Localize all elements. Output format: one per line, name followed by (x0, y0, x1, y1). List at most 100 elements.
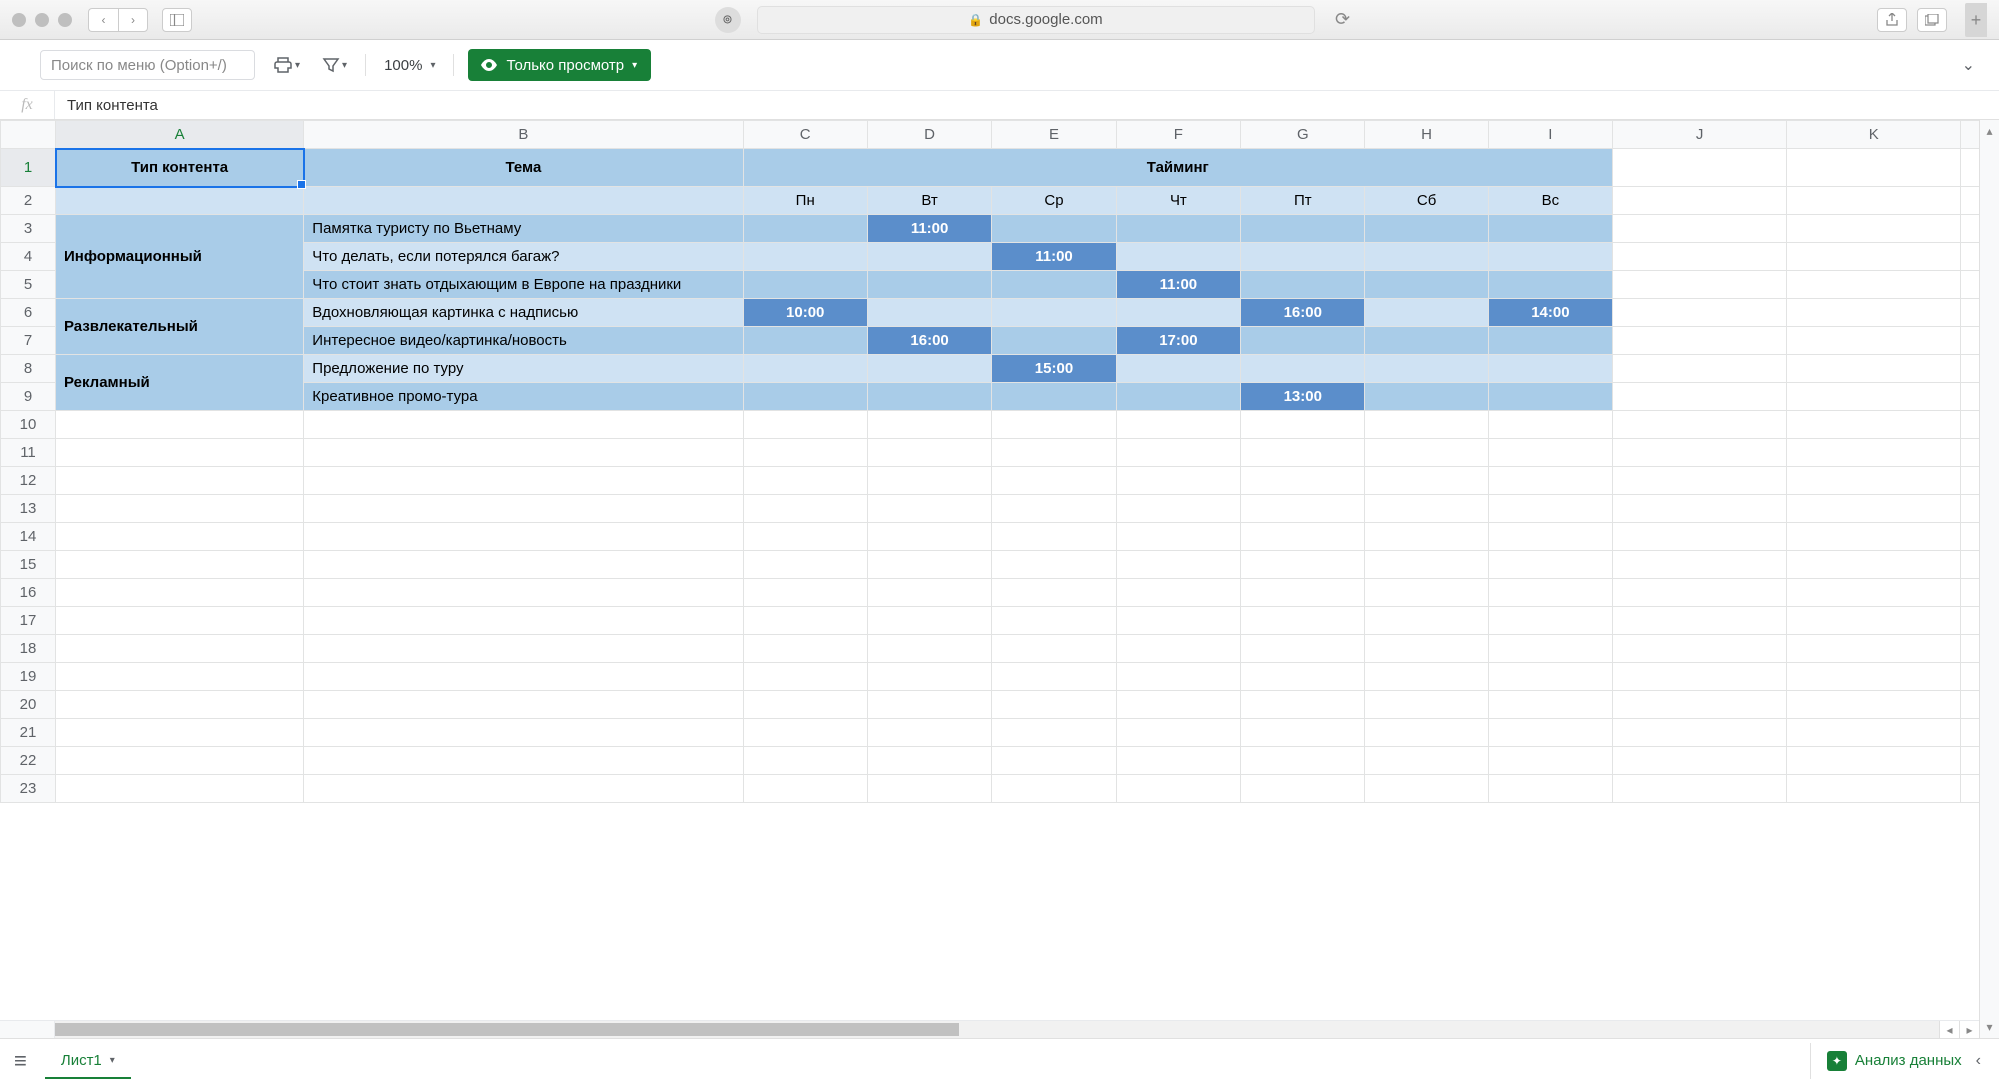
cell[interactable] (1116, 467, 1240, 495)
cell[interactable] (1613, 719, 1787, 747)
slot-cell[interactable] (743, 271, 867, 299)
slot-cell[interactable] (743, 355, 867, 383)
scroll-right-icon[interactable]: ▸ (1959, 1021, 1979, 1038)
topic-cell[interactable]: Креативное промо-тура (304, 383, 743, 411)
category-cell[interactable]: Рекламный (56, 355, 304, 411)
cell[interactable] (1365, 411, 1488, 439)
cell[interactable] (1116, 719, 1240, 747)
day-header[interactable]: Вт (867, 187, 991, 215)
cell[interactable] (1613, 299, 1787, 327)
cell[interactable] (1116, 691, 1240, 719)
minimize-window-icon[interactable] (35, 13, 49, 27)
cell[interactable] (1488, 691, 1612, 719)
cell[interactable] (1613, 551, 1787, 579)
cell[interactable] (1787, 551, 1961, 579)
cell[interactable] (992, 719, 1116, 747)
row-header[interactable]: 18 (1, 635, 56, 663)
cell[interactable] (1241, 663, 1365, 691)
cell[interactable] (1613, 187, 1787, 215)
slot-cell[interactable] (1365, 299, 1488, 327)
slot-cell[interactable] (1116, 243, 1240, 271)
slot-cell[interactable] (1116, 215, 1240, 243)
slot-cell[interactable] (867, 271, 991, 299)
cell[interactable] (56, 467, 304, 495)
slot-cell[interactable] (1116, 383, 1240, 411)
topic-cell[interactable]: Вдохновляющая картинка с надписью (304, 299, 743, 327)
cell[interactable] (1241, 719, 1365, 747)
horizontal-scrollbar[interactable]: ◂ ▸ (0, 1020, 1979, 1038)
cell-B1[interactable]: Тема (304, 149, 743, 187)
cell[interactable] (304, 775, 743, 803)
cell[interactable] (992, 747, 1116, 775)
category-cell[interactable]: Развлекательный (56, 299, 304, 355)
scrollbar-thumb[interactable] (55, 1023, 959, 1036)
cell[interactable] (743, 719, 867, 747)
filter-icon[interactable]: ▾ (318, 56, 351, 74)
cell[interactable] (1613, 747, 1787, 775)
slot-cell[interactable] (743, 383, 867, 411)
cell[interactable] (867, 523, 991, 551)
cell[interactable] (867, 719, 991, 747)
cell[interactable] (1787, 691, 1961, 719)
row-header[interactable]: 8 (1, 355, 56, 383)
fullscreen-window-icon[interactable] (58, 13, 72, 27)
cell[interactable] (304, 719, 743, 747)
time-cell[interactable]: 16:00 (867, 327, 991, 355)
cell[interactable] (304, 691, 743, 719)
cell[interactable] (304, 439, 743, 467)
cell[interactable] (1488, 663, 1612, 691)
cell[interactable] (867, 747, 991, 775)
cell[interactable] (1787, 215, 1961, 243)
col-header-F[interactable]: F (1116, 121, 1240, 149)
cell[interactable] (304, 523, 743, 551)
cell-timing-header[interactable]: Тайминг (743, 149, 1613, 187)
cell[interactable] (1365, 523, 1488, 551)
col-header-D[interactable]: D (867, 121, 991, 149)
cell[interactable] (1787, 607, 1961, 635)
cell[interactable] (56, 523, 304, 551)
cell[interactable] (304, 467, 743, 495)
slot-cell[interactable] (1365, 327, 1488, 355)
cell[interactable] (867, 691, 991, 719)
cell[interactable] (1488, 635, 1612, 663)
row-header[interactable]: 3 (1, 215, 56, 243)
cell[interactable] (1787, 383, 1961, 411)
slot-cell[interactable] (1488, 271, 1612, 299)
day-header[interactable]: Пт (1241, 187, 1365, 215)
cell[interactable] (867, 467, 991, 495)
chevron-down-icon[interactable]: ▾ (110, 1055, 115, 1066)
cell[interactable] (304, 607, 743, 635)
slot-cell[interactable] (1488, 243, 1612, 271)
cell[interactable] (1488, 551, 1612, 579)
cell[interactable] (1241, 523, 1365, 551)
topic-cell[interactable]: Что делать, если потерялся багаж? (304, 243, 743, 271)
slot-cell[interactable] (1365, 355, 1488, 383)
row-header[interactable]: 12 (1, 467, 56, 495)
row-header[interactable]: 13 (1, 495, 56, 523)
cell[interactable] (56, 579, 304, 607)
cell[interactable] (1241, 747, 1365, 775)
cell[interactable] (304, 635, 743, 663)
slot-cell[interactable] (1365, 383, 1488, 411)
cell[interactable] (1787, 299, 1961, 327)
slot-cell[interactable] (1116, 299, 1240, 327)
slot-cell[interactable] (1241, 355, 1365, 383)
back-button[interactable]: ‹ (88, 8, 118, 32)
cell[interactable] (1241, 607, 1365, 635)
slot-cell[interactable] (743, 327, 867, 355)
cell[interactable] (867, 411, 991, 439)
cell[interactable] (992, 411, 1116, 439)
cell[interactable] (1613, 149, 1787, 187)
cell[interactable] (1613, 383, 1787, 411)
col-header-E[interactable]: E (992, 121, 1116, 149)
cell[interactable] (743, 439, 867, 467)
cell[interactable] (992, 775, 1116, 803)
cell[interactable] (1488, 719, 1612, 747)
cell[interactable] (1116, 747, 1240, 775)
print-icon[interactable]: ▾ (269, 56, 304, 74)
cell[interactable] (56, 495, 304, 523)
time-cell[interactable]: 16:00 (1241, 299, 1365, 327)
cell[interactable] (304, 747, 743, 775)
scroll-up-icon[interactable]: ▴ (1986, 124, 1992, 138)
slot-cell[interactable] (1241, 243, 1365, 271)
